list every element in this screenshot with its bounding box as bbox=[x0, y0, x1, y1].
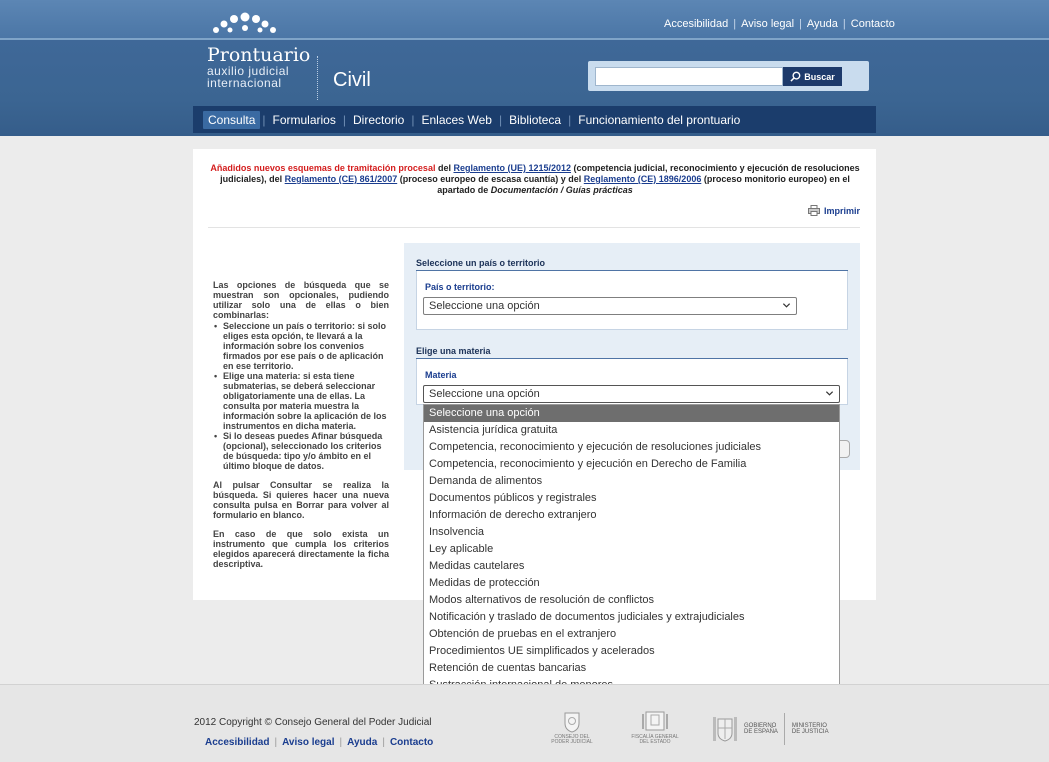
news-notice: Añadidos nuevos esquemas de tramitación … bbox=[205, 163, 865, 196]
dropdown-option[interactable]: Medidas de protección bbox=[424, 575, 839, 592]
main-nav-items: Consulta | Formularios | Directorio | Enlac… bbox=[203, 106, 745, 133]
printer-icon bbox=[808, 205, 820, 216]
dropdown-option[interactable]: Demanda de alimentos bbox=[424, 473, 839, 490]
dropdown-option[interactable]: Competencia, reconocimiento y ejecución … bbox=[424, 439, 839, 456]
country-select[interactable]: Seleccione una opción bbox=[423, 297, 797, 315]
nav-item-enlaces-web[interactable]: Enlaces Web bbox=[416, 111, 496, 129]
dropdown-option[interactable]: Insolvencia bbox=[424, 524, 839, 541]
dropdown-option[interactable]: Competencia, reconocimiento y ejecución … bbox=[424, 456, 839, 473]
fiscalia-line2: DEL ESTADO bbox=[639, 739, 671, 745]
help-intro: Las opciones de búsqueda que se muestran… bbox=[213, 280, 389, 320]
chevron-down-icon bbox=[782, 303, 791, 308]
fiscalia-logo[interactable]: FISCALÍA GENERAL DEL ESTADO bbox=[620, 709, 690, 745]
dropdown-option[interactable]: Obtención de pruebas en el extranjero bbox=[424, 626, 839, 643]
dropdown-option[interactable]: Información de derecho extranjero bbox=[424, 507, 839, 524]
country-section-title: Seleccione un país o territorio bbox=[416, 258, 546, 268]
dropdown-option[interactable]: Ley aplicable bbox=[424, 541, 839, 558]
spain-coat-of-arms-icon bbox=[713, 717, 737, 742]
search-button-label: Buscar bbox=[804, 71, 835, 82]
gobierno-ministerio-logo[interactable]: GOBIERNO DE ESPAÑA MINISTERIO DE JUSTICI… bbox=[712, 709, 876, 749]
help-bullet-matter: Elige una materia: si esta tiene submate… bbox=[213, 371, 389, 431]
search-input[interactable] bbox=[595, 67, 783, 86]
footer-links: Accesibilidad | Aviso legal | Ayuda | Contacto bbox=[205, 737, 434, 748]
notice-link-1896-2006[interactable]: Reglamento (CE) 1896/2006 bbox=[584, 174, 702, 184]
brand-title: Prontuario bbox=[207, 44, 311, 66]
nav-item-biblioteca[interactable]: Biblioteca bbox=[504, 111, 566, 129]
fiscalia-seal-icon bbox=[642, 711, 668, 731]
nav-item-formularios[interactable]: Formularios bbox=[268, 111, 341, 129]
notice-text: del bbox=[435, 163, 454, 173]
notice-text: (proceso europeo de escasa cuantía) y de… bbox=[397, 174, 584, 184]
help-text: Las opciones de búsqueda que se muestran… bbox=[213, 280, 389, 569]
gobierno-line2: DE ESPAÑA bbox=[744, 729, 778, 735]
help-consult-note: Al pulsar Consultar se realiza la búsque… bbox=[213, 480, 389, 520]
matter-dropdown-list: Seleccione una opción Asistencia jurídica… bbox=[423, 404, 840, 713]
top-link-ayuda[interactable]: Ayuda bbox=[807, 18, 838, 30]
footer-link-aviso-legal[interactable]: Aviso legal bbox=[282, 737, 334, 748]
brand-divider bbox=[317, 56, 318, 100]
search-button[interactable]: Buscar bbox=[783, 67, 842, 86]
content-divider bbox=[208, 227, 860, 228]
footer-link-ayuda[interactable]: Ayuda bbox=[347, 737, 377, 748]
cgpj-seal-icon bbox=[564, 712, 580, 733]
search-icon bbox=[790, 71, 801, 82]
footer-link-contacto[interactable]: Contacto bbox=[390, 737, 433, 748]
dropdown-option[interactable]: Asistencia jurídica gratuita bbox=[424, 422, 839, 439]
matter-select[interactable]: Seleccione una opción bbox=[423, 385, 840, 403]
header-divider bbox=[0, 38, 1049, 40]
nav-item-funcionamiento[interactable]: Funcionamiento del prontuario bbox=[573, 111, 745, 129]
site-footer bbox=[0, 684, 1049, 762]
cgpj-line2: PODER JUDICIAL bbox=[551, 739, 593, 745]
help-bullet-country: Seleccione un país o territorio: si solo… bbox=[213, 321, 389, 371]
country-label: País o territorio: bbox=[425, 282, 495, 292]
section-title: Civil bbox=[333, 69, 371, 91]
print-label: Imprimir bbox=[824, 205, 861, 216]
top-link-contacto[interactable]: Contacto bbox=[851, 18, 895, 30]
cgpj-logo[interactable]: CONSEJO DEL PODER JUDICIAL bbox=[545, 711, 599, 745]
matter-select-value: Seleccione una opción bbox=[429, 388, 540, 400]
top-link-aviso-legal[interactable]: Aviso legal bbox=[741, 18, 794, 30]
chevron-down-icon bbox=[825, 391, 834, 396]
top-links: Accesibilidad | Aviso legal | Ayuda | Contacto bbox=[664, 18, 895, 30]
matter-label: Materia bbox=[425, 370, 457, 380]
matter-section-title: Elige una materia bbox=[416, 346, 491, 356]
brand-subtitle-line2: internacional bbox=[207, 76, 282, 90]
notice-link-861-2007[interactable]: Reglamento (CE) 861/2007 bbox=[285, 174, 398, 184]
nav-item-directorio[interactable]: Directorio bbox=[348, 111, 409, 129]
help-bullet-refine: Si lo deseas puedes Afinar búsqueda (opc… bbox=[213, 431, 389, 471]
dropdown-option[interactable]: Procedimientos UE simplificados y aceler… bbox=[424, 643, 839, 660]
top-link-accesibilidad[interactable]: Accesibilidad bbox=[664, 18, 728, 30]
ministerio-line2: DE JUSTICIA bbox=[791, 729, 829, 735]
dropdown-option[interactable]: Retención de cuentas bancarias bbox=[424, 660, 839, 677]
help-single-result-note: En caso de que solo exista un instrument… bbox=[213, 529, 389, 569]
copyright: 2012 Copyright © Consejo General del Pod… bbox=[194, 717, 432, 728]
dropdown-option-selected[interactable]: Seleccione una opción bbox=[424, 405, 839, 422]
dropdown-option[interactable]: Medidas cautelares bbox=[424, 558, 839, 575]
footer-link-accesibilidad[interactable]: Accesibilidad bbox=[205, 737, 269, 748]
nav-item-consulta[interactable]: Consulta bbox=[203, 110, 261, 129]
notice-highlight: Añadidos nuevos esquemas de tramitación … bbox=[210, 163, 436, 173]
notice-guide-reference: Documentación / Guías prácticas bbox=[490, 185, 633, 195]
help-list: Seleccione un país o territorio: si solo… bbox=[213, 321, 389, 471]
dropdown-option[interactable]: Documentos públicos y registrales bbox=[424, 490, 839, 507]
logo-icon bbox=[213, 12, 276, 33]
dropdown-option[interactable]: Modos alternativos de resolución de conf… bbox=[424, 592, 839, 609]
country-select-value: Seleccione una opción bbox=[429, 300, 540, 312]
notice-link-1215-2012[interactable]: Reglamento (UE) 1215/2012 bbox=[453, 163, 571, 173]
dropdown-option[interactable]: Notificación y traslado de documentos ju… bbox=[424, 609, 839, 626]
brand-logo[interactable]: Prontuario auxilio judicial internaciona… bbox=[207, 45, 310, 89]
print-button[interactable]: Imprimir bbox=[808, 205, 860, 216]
